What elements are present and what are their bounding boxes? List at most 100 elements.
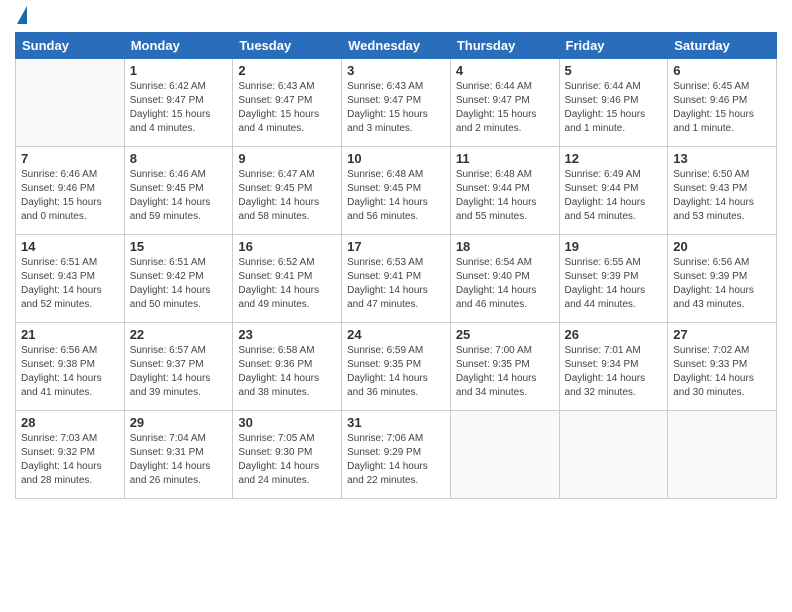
day-number: 2 <box>238 63 336 78</box>
day-number: 8 <box>130 151 228 166</box>
day-number: 13 <box>673 151 771 166</box>
calendar-week-row: 21 Sunrise: 6:56 AM Sunset: 9:38 PM Dayli… <box>16 323 777 411</box>
day-info: Sunrise: 6:51 AM Sunset: 9:42 PM Dayligh… <box>130 256 228 312</box>
calendar-cell: 1 Sunrise: 6:42 AM Sunset: 9:47 PM Daylig… <box>124 59 233 147</box>
day-info: Sunrise: 6:55 AM Sunset: 9:39 PM Dayligh… <box>565 256 663 312</box>
day-number: 7 <box>21 151 119 166</box>
day-info: Sunrise: 7:03 AM Sunset: 9:32 PM Dayligh… <box>21 432 119 488</box>
day-number: 11 <box>456 151 554 166</box>
calendar-cell: 8 Sunrise: 6:46 AM Sunset: 9:45 PM Daylig… <box>124 147 233 235</box>
calendar-cell <box>559 411 668 499</box>
calendar-cell: 22 Sunrise: 6:57 AM Sunset: 9:37 PM Dayli… <box>124 323 233 411</box>
day-info: Sunrise: 7:06 AM Sunset: 9:29 PM Dayligh… <box>347 432 445 488</box>
calendar-cell: 31Sunrise: 7:06 AM Sunset: 9:29 PM Dayli… <box>342 411 451 499</box>
day-number: 12 <box>565 151 663 166</box>
calendar-cell: 2 Sunrise: 6:43 AM Sunset: 9:47 PM Daylig… <box>233 59 342 147</box>
day-number: 27 <box>673 327 771 342</box>
calendar-cell: 13 Sunrise: 6:50 AM Sunset: 9:43 PM Dayli… <box>668 147 777 235</box>
calendar-week-row: 1 Sunrise: 6:42 AM Sunset: 9:47 PM Daylig… <box>16 59 777 147</box>
calendar-cell: 7 Sunrise: 6:46 AM Sunset: 9:46 PM Daylig… <box>16 147 125 235</box>
calendar-cell: 28 Sunrise: 7:03 AM Sunset: 9:32 PM Dayli… <box>16 411 125 499</box>
weekday-header-monday: Monday <box>124 33 233 59</box>
calendar-cell: 27Sunrise: 7:02 AM Sunset: 9:33 PM Dayli… <box>668 323 777 411</box>
day-number: 6 <box>673 63 771 78</box>
day-info: Sunrise: 7:01 AM Sunset: 9:34 PM Dayligh… <box>565 344 663 400</box>
day-info: Sunrise: 6:43 AM Sunset: 9:47 PM Dayligh… <box>347 80 445 136</box>
calendar-cell: 10 Sunrise: 6:48 AM Sunset: 9:45 PM Dayli… <box>342 147 451 235</box>
weekday-header-sunday: Sunday <box>16 33 125 59</box>
calendar-cell: 26 Sunrise: 7:01 AM Sunset: 9:34 PM Dayli… <box>559 323 668 411</box>
day-info: Sunrise: 6:49 AM Sunset: 9:44 PM Dayligh… <box>565 168 663 224</box>
weekday-header-thursday: Thursday <box>450 33 559 59</box>
day-number: 22 <box>130 327 228 342</box>
day-info: Sunrise: 6:45 AM Sunset: 9:46 PM Dayligh… <box>673 80 771 136</box>
logo <box>15 10 27 24</box>
day-number: 9 <box>238 151 336 166</box>
calendar-cell: 25 Sunrise: 7:00 AM Sunset: 9:35 PM Dayli… <box>450 323 559 411</box>
calendar-cell: 23Sunrise: 6:58 AM Sunset: 9:36 PM Dayli… <box>233 323 342 411</box>
calendar-table: SundayMondayTuesdayWednesdayThursdayFrid… <box>15 32 777 499</box>
day-number: 1 <box>130 63 228 78</box>
weekday-header-friday: Friday <box>559 33 668 59</box>
calendar-cell: 21 Sunrise: 6:56 AM Sunset: 9:38 PM Dayli… <box>16 323 125 411</box>
day-number: 28 <box>21 415 119 430</box>
calendar-cell: 11 Sunrise: 6:48 AM Sunset: 9:44 PM Dayli… <box>450 147 559 235</box>
day-number: 15 <box>130 239 228 254</box>
calendar-cell: 30Sunrise: 7:05 AM Sunset: 9:30 PM Dayli… <box>233 411 342 499</box>
day-info: Sunrise: 6:44 AM Sunset: 9:47 PM Dayligh… <box>456 80 554 136</box>
day-number: 14 <box>21 239 119 254</box>
day-info: Sunrise: 6:52 AM Sunset: 9:41 PM Dayligh… <box>238 256 336 312</box>
calendar-cell <box>16 59 125 147</box>
calendar-cell <box>668 411 777 499</box>
day-number: 19 <box>565 239 663 254</box>
day-info: Sunrise: 6:46 AM Sunset: 9:46 PM Dayligh… <box>21 168 119 224</box>
calendar-week-row: 7 Sunrise: 6:46 AM Sunset: 9:46 PM Daylig… <box>16 147 777 235</box>
calendar-cell: 6 Sunrise: 6:45 AM Sunset: 9:46 PM Daylig… <box>668 59 777 147</box>
day-info: Sunrise: 6:59 AM Sunset: 9:35 PM Dayligh… <box>347 344 445 400</box>
day-info: Sunrise: 6:51 AM Sunset: 9:43 PM Dayligh… <box>21 256 119 312</box>
day-info: Sunrise: 6:46 AM Sunset: 9:45 PM Dayligh… <box>130 168 228 224</box>
day-info: Sunrise: 6:53 AM Sunset: 9:41 PM Dayligh… <box>347 256 445 312</box>
day-number: 20 <box>673 239 771 254</box>
day-info: Sunrise: 6:50 AM Sunset: 9:43 PM Dayligh… <box>673 168 771 224</box>
calendar-cell: 9 Sunrise: 6:47 AM Sunset: 9:45 PM Daylig… <box>233 147 342 235</box>
day-number: 3 <box>347 63 445 78</box>
day-number: 26 <box>565 327 663 342</box>
day-number: 5 <box>565 63 663 78</box>
day-number: 4 <box>456 63 554 78</box>
calendar-cell: 12 Sunrise: 6:49 AM Sunset: 9:44 PM Dayli… <box>559 147 668 235</box>
day-info: Sunrise: 6:44 AM Sunset: 9:46 PM Dayligh… <box>565 80 663 136</box>
day-number: 16 <box>238 239 336 254</box>
day-info: Sunrise: 6:56 AM Sunset: 9:39 PM Dayligh… <box>673 256 771 312</box>
logo-triangle-icon <box>17 6 27 24</box>
calendar-cell: 3 Sunrise: 6:43 AM Sunset: 9:47 PM Daylig… <box>342 59 451 147</box>
day-info: Sunrise: 7:00 AM Sunset: 9:35 PM Dayligh… <box>456 344 554 400</box>
header <box>15 10 777 24</box>
day-number: 18 <box>456 239 554 254</box>
calendar-cell: 29Sunrise: 7:04 AM Sunset: 9:31 PM Dayli… <box>124 411 233 499</box>
calendar-cell: 17Sunrise: 6:53 AM Sunset: 9:41 PM Dayli… <box>342 235 451 323</box>
day-number: 24 <box>347 327 445 342</box>
calendar-cell: 19 Sunrise: 6:55 AM Sunset: 9:39 PM Dayli… <box>559 235 668 323</box>
day-info: Sunrise: 6:42 AM Sunset: 9:47 PM Dayligh… <box>130 80 228 136</box>
day-number: 10 <box>347 151 445 166</box>
day-info: Sunrise: 6:48 AM Sunset: 9:44 PM Dayligh… <box>456 168 554 224</box>
day-info: Sunrise: 6:57 AM Sunset: 9:37 PM Dayligh… <box>130 344 228 400</box>
weekday-header-saturday: Saturday <box>668 33 777 59</box>
calendar-header-row: SundayMondayTuesdayWednesdayThursdayFrid… <box>16 33 777 59</box>
day-info: Sunrise: 6:43 AM Sunset: 9:47 PM Dayligh… <box>238 80 336 136</box>
day-number: 30 <box>238 415 336 430</box>
calendar-cell: 15 Sunrise: 6:51 AM Sunset: 9:42 PM Dayli… <box>124 235 233 323</box>
weekday-header-tuesday: Tuesday <box>233 33 342 59</box>
page: SundayMondayTuesdayWednesdayThursdayFrid… <box>0 0 792 612</box>
calendar-cell: 5 Sunrise: 6:44 AM Sunset: 9:46 PM Daylig… <box>559 59 668 147</box>
day-info: Sunrise: 6:58 AM Sunset: 9:36 PM Dayligh… <box>238 344 336 400</box>
calendar-cell: 20 Sunrise: 6:56 AM Sunset: 9:39 PM Dayli… <box>668 235 777 323</box>
day-number: 25 <box>456 327 554 342</box>
day-info: Sunrise: 6:56 AM Sunset: 9:38 PM Dayligh… <box>21 344 119 400</box>
day-info: Sunrise: 7:04 AM Sunset: 9:31 PM Dayligh… <box>130 432 228 488</box>
day-number: 21 <box>21 327 119 342</box>
day-info: Sunrise: 6:47 AM Sunset: 9:45 PM Dayligh… <box>238 168 336 224</box>
day-info: Sunrise: 6:48 AM Sunset: 9:45 PM Dayligh… <box>347 168 445 224</box>
calendar-cell: 24 Sunrise: 6:59 AM Sunset: 9:35 PM Dayli… <box>342 323 451 411</box>
